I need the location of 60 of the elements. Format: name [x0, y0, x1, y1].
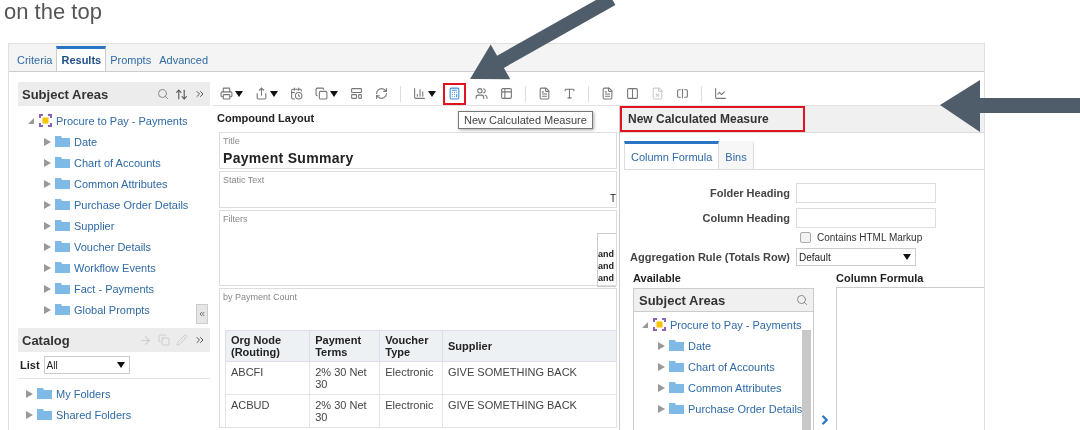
tree-item[interactable]: Supplier — [74, 219, 115, 232]
aggregation-select[interactable]: Default — [796, 248, 916, 266]
tree-item[interactable]: Purchase Order Details — [688, 402, 803, 415]
tree-item[interactable]: Purchase Order Details — [74, 198, 189, 211]
tree-item[interactable]: Date — [688, 339, 712, 352]
table-cell: ABCFI — [225, 361, 310, 395]
view-label: Static Text — [223, 175, 266, 185]
dialog-title: New Calculated Measure — [620, 106, 805, 132]
field-label: Column Heading — [701, 212, 790, 224]
view-label: Title — [223, 136, 241, 146]
panel-title: Catalog — [22, 332, 71, 348]
tree-item[interactable]: Date — [74, 135, 98, 148]
report-title: Payment Summary — [223, 150, 355, 166]
tree-item[interactable]: Common Attributes — [688, 381, 782, 394]
tree-item[interactable]: Chart of Accounts — [74, 156, 161, 169]
column-header: Supplier — [442, 330, 617, 362]
tab[interactable]: Column Formula — [624, 141, 720, 169]
tree-item[interactable]: My Folders — [56, 387, 111, 400]
tab[interactable]: Bins — [719, 141, 754, 169]
table-cell: Electronic — [379, 394, 443, 428]
tree-item[interactable]: Shared Folders — [56, 408, 132, 421]
list-label: List — [20, 359, 40, 371]
tree-item[interactable]: Procure to Pay - Payments — [670, 318, 802, 331]
tree-item[interactable]: Common Attributes — [74, 177, 168, 190]
tree-item[interactable]: Chart of Accounts — [688, 360, 775, 373]
table-cell: GIVE SOMETHING BACK — [442, 394, 617, 428]
column-header: Voucher Type — [379, 330, 443, 362]
panel-title: Subject Areas — [22, 86, 110, 102]
tooltip: New Calculated Measure — [458, 110, 593, 129]
view-label: by Payment Count — [223, 292, 299, 302]
formula-label: Column Formula — [836, 272, 925, 284]
table-cell: Electronic — [379, 361, 443, 395]
table-cell: 2% 30 Net 30 — [309, 361, 380, 395]
tree-item[interactable]: Procure to Pay - Payments — [56, 114, 188, 127]
view-label: Filters — [223, 214, 249, 224]
checkbox-label: Contains HTML Markup — [817, 232, 923, 243]
column-header: Org Node (Routing) — [225, 330, 310, 362]
static-text: T — [609, 193, 616, 204]
tab[interactable]: Prompts — [106, 46, 156, 71]
tree-item[interactable]: Workflow Events — [74, 261, 156, 274]
table-cell: 2% 30 Net 30 — [309, 394, 380, 428]
field-label: Folder Heading — [708, 187, 790, 199]
tab[interactable]: Results — [56, 46, 107, 71]
tab[interactable]: Criteria — [13, 46, 57, 71]
tree-item[interactable]: Voucher Details — [74, 240, 152, 253]
tab[interactable]: Advanced — [155, 46, 213, 71]
filter-operator: and — [598, 272, 615, 284]
available-label: Available — [633, 272, 682, 284]
table-cell: GIVE SOMETHING BACK — [442, 361, 617, 395]
filter-operator: and — [598, 260, 615, 272]
layout-title: Compound Layout — [217, 112, 315, 126]
tree-item[interactable]: Global Prompts — [74, 303, 150, 316]
column-header: Payment Terms — [309, 330, 380, 362]
tree-item[interactable]: Fact - Payments — [74, 282, 155, 295]
table-cell: ACBUD — [225, 394, 310, 428]
panel-title: Subject Areas — [639, 292, 727, 308]
field-label: Aggregation Rule (Totals Row) — [629, 251, 790, 263]
filter-operator: and — [598, 248, 615, 260]
list-select[interactable]: All — [43, 356, 130, 374]
caption-text: on the top — [3, 0, 102, 24]
